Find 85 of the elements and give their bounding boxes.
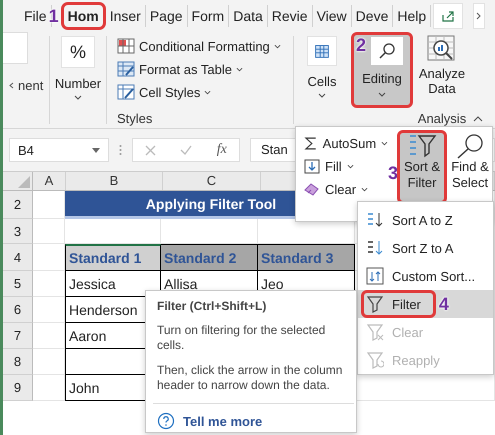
ribbon-tab[interactable]: Inser — [106, 5, 146, 27]
cells-button[interactable]: Cells — [307, 36, 337, 89]
caret-icon — [204, 90, 212, 94]
ribbon-tab[interactable]: Data — [229, 5, 268, 27]
column-header[interactable]: C — [163, 172, 261, 190]
ribbon-tab[interactable]: Hom — [64, 5, 103, 27]
group-label: Analysis — [418, 111, 466, 126]
styles-menu-button[interactable]: Format as Table — [117, 59, 243, 79]
caret-icon — [361, 186, 368, 192]
drag-handle-icon[interactable] — [119, 144, 122, 156]
styles-menu-button[interactable]: Conditional Formatting — [117, 36, 281, 56]
step-number-label: 2 — [356, 35, 366, 55]
caret-icon — [74, 95, 82, 100]
column-header[interactable]: A — [33, 172, 66, 190]
tell-me-more-link[interactable]: Tell me more — [183, 414, 262, 428]
help-icon — [157, 412, 175, 430]
row-header[interactable]: 8 — [3, 349, 33, 375]
select-all-icon[interactable] — [18, 176, 30, 188]
menu-item[interactable]: Filter 4 — [358, 290, 493, 318]
header-cell: Standard 2 — [161, 244, 258, 271]
caret-icon — [346, 164, 354, 168]
eraser-icon — [304, 182, 320, 196]
menu-item[interactable]: Sort Z to A — [358, 234, 493, 262]
collapse-ribbon-icon[interactable] — [473, 116, 483, 122]
sort-funnel-icon — [407, 133, 438, 159]
search-icon — [455, 133, 486, 159]
caret-icon — [378, 92, 386, 97]
column-header[interactable]: B — [66, 172, 163, 190]
caret-icon — [236, 66, 243, 72]
check-icon[interactable] — [180, 145, 192, 155]
ribbon-tab[interactable]: Help — [393, 5, 432, 27]
caret-icon — [381, 140, 388, 146]
caret-icon — [318, 93, 326, 98]
dropdown-arrow-icon — [92, 148, 100, 152]
grid-icon — [307, 36, 337, 66]
sort-descending-icon — [366, 239, 384, 257]
share-icon — [441, 9, 455, 23]
insert-function-button[interactable]: fx — [216, 142, 227, 158]
row-header[interactable]: 9 — [3, 375, 33, 401]
funnel-refresh-icon — [366, 351, 384, 369]
editing-button[interactable]: 2 Editing — [354, 35, 410, 105]
conditional-formatting-icon — [117, 38, 135, 54]
custom-sort-icon — [366, 267, 384, 285]
row-header[interactable]: 2 — [3, 191, 33, 219]
editing-menu-item[interactable]: AutoSum — [304, 133, 388, 153]
alignment-label: nent — [18, 78, 44, 93]
row-header[interactable]: 3 — [3, 219, 33, 244]
row-header[interactable]: 4 — [3, 244, 33, 271]
find-select-button[interactable]: Find & Select — [448, 133, 492, 201]
alignment-button-fragment[interactable] — [3, 32, 28, 64]
sort-ascending-icon — [366, 211, 384, 229]
menu-item[interactable]: Sort A to Z — [358, 206, 493, 234]
ribbon-tab[interactable]: Page — [146, 5, 188, 27]
scroll-left-icon[interactable] — [9, 82, 14, 89]
share-button[interactable] — [433, 3, 463, 29]
search-icon — [377, 41, 397, 61]
name-box[interactable]: B4 — [9, 138, 109, 162]
menu-item[interactable]: Custom Sort... — [358, 262, 493, 290]
ribbon-tab[interactable]: Deve — [352, 5, 394, 27]
row-header[interactable]: 7 — [3, 323, 33, 349]
funnel-icon — [366, 295, 384, 313]
table-brush-icon — [117, 61, 135, 77]
step-number-label: 4 — [438, 294, 449, 314]
caret-icon — [274, 44, 281, 48]
row-header[interactable]: 6 — [3, 297, 33, 323]
sigma-icon — [304, 136, 318, 150]
cell-brush-icon — [117, 84, 135, 100]
styles-menu-button[interactable]: Cell Styles — [117, 82, 212, 102]
ribbon-tab[interactable]: View — [312, 5, 352, 27]
row-header[interactable]: 5 — [3, 271, 33, 297]
analyze-data-button[interactable]: Analyze Data — [417, 34, 467, 96]
funnel-clear-icon — [366, 323, 384, 341]
number-button[interactable]: % Number — [54, 36, 102, 91]
header-cell: Standard 1 — [65, 244, 161, 271]
ribbon-tab[interactable]: Form — [188, 5, 230, 27]
sort-filter-button[interactable]: Sort & Filter — [400, 133, 444, 201]
step-number-label: 3 — [388, 163, 398, 183]
group-label: Styles — [117, 111, 152, 126]
scroll-right-button[interactable] — [473, 3, 485, 29]
editing-menu-item[interactable]: Fill — [304, 156, 388, 176]
ribbon-tab[interactable]: Revie — [268, 5, 313, 27]
fill-down-icon — [304, 158, 320, 174]
cancel-icon[interactable] — [145, 144, 156, 156]
chevron-right-icon — [476, 12, 482, 20]
header-cell: Standard 3 — [258, 244, 355, 271]
